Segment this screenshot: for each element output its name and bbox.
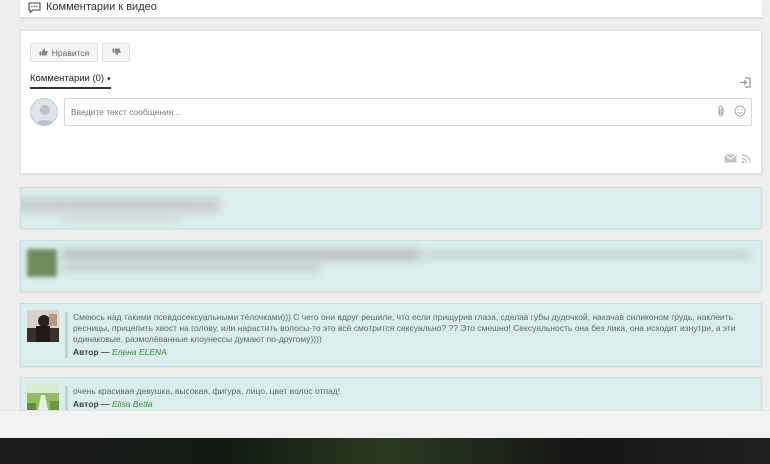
like-button[interactable]: Нравится bbox=[30, 43, 98, 62]
comment-card-blurred bbox=[20, 187, 762, 229]
like-label: Нравится bbox=[51, 47, 90, 58]
attach-icon[interactable] bbox=[717, 105, 725, 120]
comment-card: Смеюсь над такими псевдосексуальными тёл… bbox=[20, 303, 762, 367]
header-title: Комментарии к видео bbox=[46, 1, 157, 13]
header-title-row: Комментарии к видео bbox=[28, 1, 157, 13]
thumbs-up-icon bbox=[39, 48, 48, 58]
comment-body: очень красивая девушка, высокая, фигура,… bbox=[65, 386, 755, 410]
blurred-content bbox=[21, 198, 221, 212]
comment-author-row: Автор — Elisa Betta bbox=[73, 399, 755, 410]
blurred-content bbox=[61, 212, 181, 222]
comment-author-row: Автор — Елена ELENA bbox=[73, 347, 755, 358]
blurred-content bbox=[61, 263, 321, 272]
comment-text: Смеюсь над такими псевдосексуальными тёл… bbox=[73, 312, 736, 344]
avatar bbox=[30, 98, 58, 126]
comment-body: Смеюсь над такими псевдосексуальными тёл… bbox=[65, 312, 755, 358]
tab-comments-label: Комментарии (0) bbox=[30, 73, 105, 84]
comments-panel: Нравится Комментарии (0) ▾ bbox=[20, 30, 762, 174]
author-link[interactable]: Elisa Betta bbox=[112, 399, 153, 409]
tab-comments[interactable]: Комментарии (0) ▾ bbox=[30, 73, 111, 89]
bottom-bar bbox=[0, 410, 770, 438]
chevron-down-icon: ▾ bbox=[107, 75, 111, 83]
thumbs-down-icon bbox=[112, 48, 121, 58]
page-background-strip bbox=[0, 438, 770, 464]
blurred-avatar bbox=[27, 249, 57, 277]
comment-icon bbox=[28, 1, 41, 13]
dislike-button[interactable] bbox=[102, 43, 130, 62]
comment-text: очень красивая девушка, высокая, фигура,… bbox=[73, 386, 341, 396]
blurred-content bbox=[61, 249, 421, 261]
author-label: Автор — bbox=[73, 347, 110, 357]
blurred-content bbox=[421, 251, 751, 259]
author-label: Автор — bbox=[73, 399, 110, 409]
login-icon[interactable] bbox=[739, 77, 751, 91]
mail-icon[interactable] bbox=[724, 154, 737, 166]
video-comments-header: Комментарии к видео bbox=[20, 0, 762, 18]
comment-card-blurred bbox=[20, 240, 762, 292]
smile-icon[interactable] bbox=[734, 105, 746, 120]
author-link[interactable]: Елена ELENA bbox=[112, 347, 167, 357]
comment-avatar[interactable] bbox=[27, 310, 59, 342]
rss-icon[interactable] bbox=[741, 154, 751, 167]
comment-input[interactable] bbox=[64, 98, 752, 126]
